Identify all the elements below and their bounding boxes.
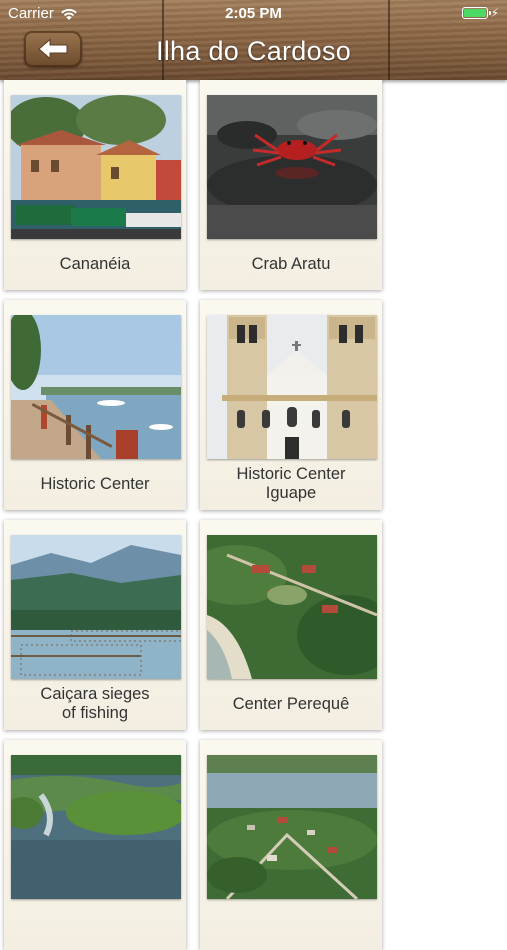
charging-bolt-icon: ⚡	[490, 6, 499, 20]
status-bar: Carrier 2:05 PM ⚡	[0, 0, 507, 28]
place-label: Cananéia	[59, 254, 131, 273]
battery-indicator: ⚡	[461, 6, 499, 20]
place-card-mangrove[interactable]	[4, 740, 186, 950]
place-photo	[207, 315, 377, 459]
place-photo	[11, 535, 181, 679]
navigation-header: Carrier 2:05 PM ⚡ Ilha do Cardoso	[0, 0, 507, 80]
place-label: Crab Aratu	[251, 254, 331, 273]
place-photo	[11, 755, 181, 899]
place-photo	[11, 95, 181, 239]
place-card-cananeia[interactable]: Cananéia	[4, 80, 186, 290]
place-label	[10, 898, 180, 950]
place-card-historic-center[interactable]: Historic Center	[4, 300, 186, 510]
place-card-historic-center-iguape[interactable]: Historic Center Iguape	[200, 300, 382, 510]
places-grid: Cananéia Crab Aratu Historic Center Hist…	[0, 80, 507, 950]
place-label	[206, 898, 376, 950]
place-label: Historic Center Iguape	[236, 465, 346, 502]
clock: 2:05 PM	[225, 5, 282, 22]
place-label: Center Perequê	[232, 694, 350, 713]
place-photo	[207, 755, 377, 899]
place-label: Historic Center	[40, 474, 150, 493]
place-card-crab-aratu[interactable]: Crab Aratu	[200, 80, 382, 290]
place-card-village[interactable]	[200, 740, 382, 950]
battery-icon	[461, 7, 491, 19]
place-card-caicara-sieges[interactable]: Caiçara sieges of fishing	[4, 520, 186, 730]
page-title: Ilha do Cardoso	[155, 36, 352, 66]
place-photo	[207, 535, 377, 679]
place-label: Caiçara sieges of fishing	[40, 685, 150, 722]
place-card-center-pereque[interactable]: Center Perequê	[200, 520, 382, 730]
place-photo	[207, 95, 377, 239]
place-photo	[11, 315, 181, 459]
